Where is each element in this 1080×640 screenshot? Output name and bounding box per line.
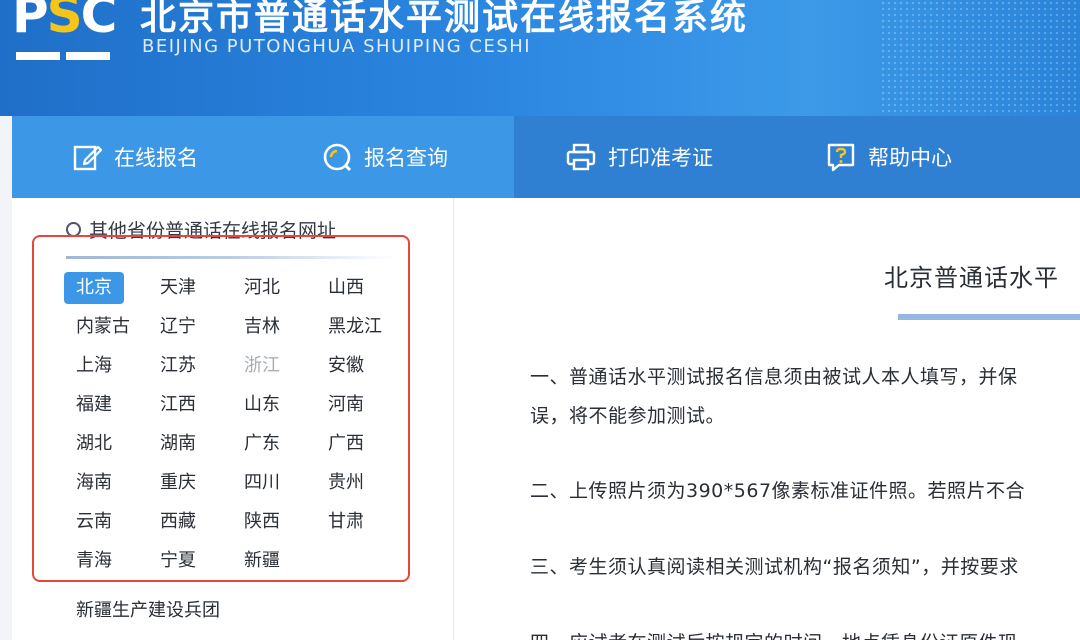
search-icon xyxy=(320,140,354,174)
nav-label: 在线报名 xyxy=(114,146,198,170)
site-header: PSC 北京市普通话水平测试在线报名系统 BEIJING PUTONGHUA S… xyxy=(0,0,1080,116)
notice-paragraph: 一、普通话水平测试报名信息须由被试人本人填写，并保 xyxy=(530,366,1018,388)
province-link[interactable]: 上海 xyxy=(64,350,124,382)
province-link[interactable]: 黑龙江 xyxy=(316,311,394,343)
province-link[interactable]: 浙江 xyxy=(232,350,292,382)
province-link[interactable]: 吉林 xyxy=(232,311,292,343)
nav-print-ticket[interactable]: 打印准考证 xyxy=(514,116,774,198)
main-nav: 在线报名 报名查询 打印准考证 帮助中心 xyxy=(12,116,1080,198)
province-link[interactable]: 江西 xyxy=(148,389,208,421)
notice-paragraph: 三、考生须认真阅读相关测试机构“报名须知”，并按要求 xyxy=(530,556,1019,578)
province-link[interactable]: 安徽 xyxy=(316,350,376,382)
province-link[interactable]: 湖南 xyxy=(148,428,208,460)
header-decoration xyxy=(880,0,1080,116)
site-title: 北京市普通话水平测试在线报名系统 xyxy=(140,0,749,38)
notice-paragraph: 误，将不能参加测试。 xyxy=(530,405,726,427)
province-link[interactable]: 新疆 xyxy=(232,545,292,577)
nav-label: 打印准考证 xyxy=(608,146,713,170)
site-subtitle: BEIJING PUTONGHUA SHUIPING CESHI xyxy=(142,36,532,57)
province-link[interactable]: 宁夏 xyxy=(148,545,208,577)
province-link[interactable]: 贵州 xyxy=(316,467,376,499)
printer-icon xyxy=(564,140,598,174)
province-link[interactable]: 海南 xyxy=(64,467,124,499)
province-link[interactable]: 青海 xyxy=(64,545,124,577)
province-link[interactable]: 甘肃 xyxy=(316,506,376,538)
province-link[interactable]: 重庆 xyxy=(148,467,208,499)
province-link[interactable]: 北京 xyxy=(64,272,124,304)
province-link[interactable]: 湖北 xyxy=(64,428,124,460)
province-link[interactable]: 河南 xyxy=(316,389,376,421)
nav-online-registration[interactable]: 在线报名 xyxy=(12,116,262,198)
province-link[interactable]: 山东 xyxy=(232,389,292,421)
province-sidebar: 其他省份普通话在线报名网址 北京 天津 河北 山西 内蒙古 辽宁 吉林 黑龙江 上海 江苏 浙江 安徽… xyxy=(12,198,454,640)
province-link[interactable]: 广西 xyxy=(316,428,376,460)
province-link[interactable]: 陕西 xyxy=(232,506,292,538)
notice-paragraph: 二、上传照片须为390*567像素标准证件照。若照片不合 xyxy=(530,480,1026,502)
province-link[interactable]: 江苏 xyxy=(148,350,208,382)
notice-panel: 北京普通话水平 一、普通话水平测试报名信息须由被试人本人填写，并保 误，将不能参… xyxy=(454,198,1080,640)
nav-label: 报名查询 xyxy=(364,146,448,170)
province-link[interactable]: 四川 xyxy=(232,467,292,499)
nav-label: 帮助中心 xyxy=(868,146,952,170)
province-link[interactable]: 辽宁 xyxy=(148,311,208,343)
province-link[interactable]: 河北 xyxy=(232,272,292,304)
province-link[interactable]: 广东 xyxy=(232,428,292,460)
edit-icon xyxy=(70,140,104,174)
province-link[interactable]: 天津 xyxy=(148,272,208,304)
province-link[interactable]: 云南 xyxy=(64,506,124,538)
title-underline xyxy=(898,314,1080,320)
nav-registration-query[interactable]: 报名查询 xyxy=(262,116,514,198)
province-link[interactable]: 山西 xyxy=(316,272,376,304)
province-link[interactable]: 福建 xyxy=(64,389,124,421)
province-link[interactable]: 西藏 xyxy=(148,506,208,538)
psc-logo: PSC xyxy=(12,0,132,66)
nav-help-center[interactable]: 帮助中心 xyxy=(774,116,1080,198)
logo-text: PSC xyxy=(12,0,117,44)
province-link-bingtuan[interactable]: 新疆生产建设兵团 xyxy=(76,596,220,622)
notice-paragraph: 四、应试者在测试后按规定的时间、地点凭身份证原件现 xyxy=(530,628,1018,640)
notice-title: 北京普通话水平 xyxy=(884,264,1059,292)
province-link[interactable]: 内蒙古 xyxy=(64,311,142,343)
help-icon xyxy=(824,140,858,174)
